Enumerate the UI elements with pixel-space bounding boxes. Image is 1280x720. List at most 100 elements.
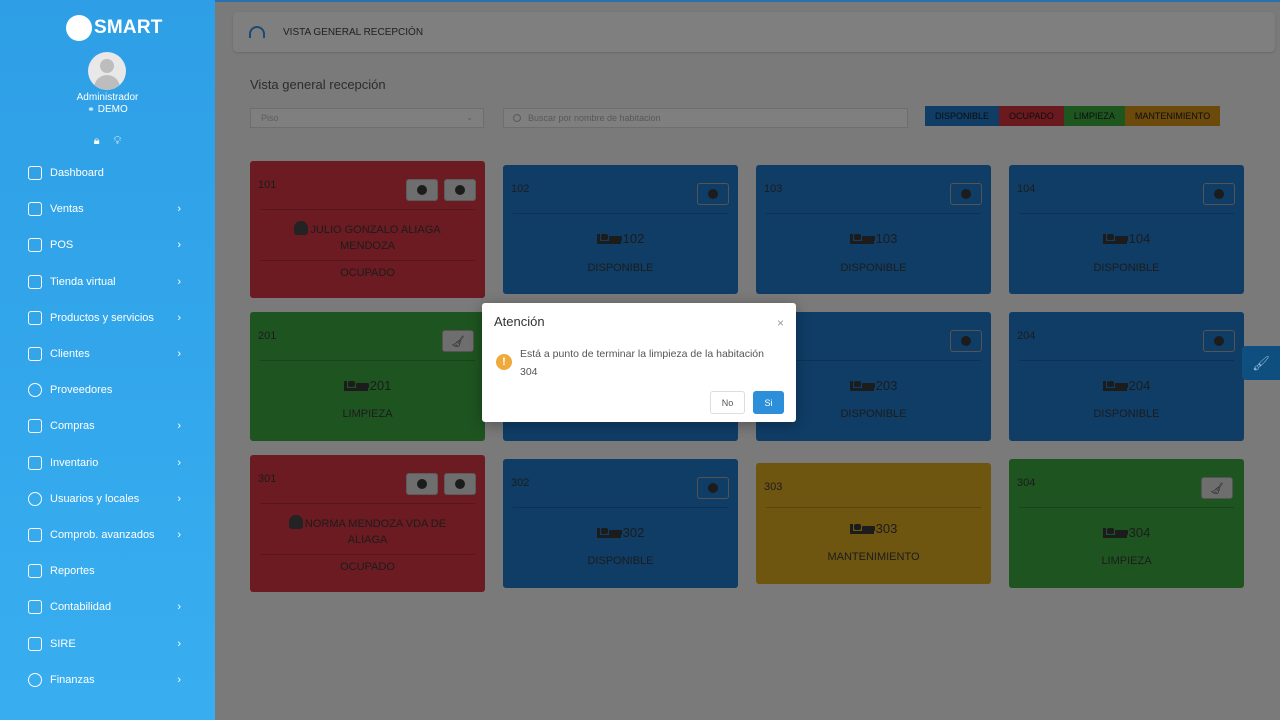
user-icon — [28, 383, 42, 398]
broom-icon: 🧹︎ — [451, 335, 465, 348]
lightbulb-icon[interactable]: 💡︎ — [114, 135, 122, 148]
chevron-right-icon: › — [177, 420, 181, 433]
sidebar: SMART Administrador ⚭ DEMO 🔒︎ 💡︎ Dashboar… — [0, 0, 215, 720]
sidebar-item-sire[interactable]: SIRE › — [0, 625, 215, 661]
room-card-103[interactable]: 103 103 DISPONIBLE — [756, 165, 991, 294]
sidebar-item-contabilidad[interactable]: Contabilidad › — [0, 589, 215, 625]
sidebar-item-finanzas[interactable]: Finanzas › — [0, 662, 215, 698]
room-card-304[interactable]: 304 🧹︎ 304 LIMPIEZA — [1009, 459, 1244, 588]
plus-circle-icon — [455, 185, 465, 195]
room-card-104[interactable]: 104 104 DISPONIBLE — [1009, 165, 1244, 294]
no-button[interactable]: No — [710, 391, 745, 414]
legend-maintenance[interactable]: MANTENIMIENTO — [1124, 106, 1221, 126]
sidebar-item-tienda-virtual[interactable]: Tienda virtual › — [0, 264, 215, 300]
room-card-204[interactable]: 204 204 DISPONIBLE — [1009, 312, 1244, 441]
room-label: 302 — [503, 525, 738, 540]
room-label: 303 — [756, 521, 991, 536]
lock-icon[interactable]: 🔒︎ — [94, 135, 100, 148]
sidebar-item-proveedores[interactable]: Proveedores — [0, 372, 215, 408]
floor-select[interactable]: Piso ⌄ — [250, 108, 484, 128]
clean-button[interactable]: 🧹︎ — [442, 330, 474, 352]
checkin-button[interactable] — [950, 183, 982, 205]
sidebar-item-comprob[interactable]: Comprob. avanzados › — [0, 517, 215, 553]
bed-icon — [1102, 381, 1128, 391]
sidebar-item-productos[interactable]: Productos y servicios › — [0, 300, 215, 336]
plus-circle-icon — [455, 479, 465, 489]
room-number: 304 — [1017, 477, 1036, 489]
sidebar-item-ventas[interactable]: Ventas › — [0, 191, 215, 227]
clients-icon — [28, 347, 42, 362]
room-card-201[interactable]: 201 🧹︎ 201 LIMPIEZA — [250, 312, 485, 441]
status-legend: DISPONIBLE OCUPADO LIMPIEZA MANTENIMIENT… — [925, 106, 1221, 126]
dollar-icon — [28, 672, 42, 687]
chevron-right-icon: › — [177, 239, 181, 252]
room-status: DISPONIBLE — [1093, 408, 1160, 420]
room-number: 104 — [1017, 183, 1036, 195]
close-icon[interactable]: × — [777, 316, 784, 330]
chevron-right-icon: › — [177, 673, 181, 686]
legend-available[interactable]: DISPONIBLE — [925, 106, 1000, 126]
room-label: 204 — [1009, 378, 1244, 393]
logo-circle-icon — [66, 15, 92, 41]
search-input[interactable]: Buscar por nombre de habitacion — [503, 108, 908, 128]
room-card-102[interactable]: 102 102 DISPONIBLE — [503, 165, 738, 294]
header-card: VISTA GENERAL RECEPCIÓN — [233, 12, 1275, 52]
room-status: DISPONIBLE — [587, 262, 654, 274]
checkout-button[interactable] — [406, 179, 438, 201]
room-card-302[interactable]: 302 302 DISPONIBLE — [503, 459, 738, 588]
sidebar-item-dashboard[interactable]: Dashboard — [0, 155, 215, 191]
room-card-301[interactable]: 301 NORMA MENDOZA VDA DE ALIAGA OCUPADO — [250, 455, 485, 592]
checkin-button[interactable] — [1203, 330, 1235, 352]
room-number: 101 — [258, 179, 277, 191]
add-button[interactable] — [444, 179, 476, 201]
page-title: Vista general recepción — [250, 77, 386, 92]
room-number: 102 — [511, 183, 530, 195]
room-label: 304 — [1009, 525, 1244, 540]
yes-button[interactable]: Si — [753, 391, 784, 414]
sidebar-item-inventario[interactable]: Inventario › — [0, 445, 215, 481]
room-status: DISPONIBLE — [840, 262, 907, 274]
arrow-right-icon — [417, 479, 427, 489]
sidebar-item-usuarios[interactable]: Usuarios y locales › — [0, 481, 215, 517]
room-number: 301 — [258, 473, 277, 485]
sidebar-nav: Dashboard Ventas › POS › Tienda virtual › P… — [0, 155, 215, 698]
room-card-303[interactable]: 303 303 MANTENIMIENTO — [756, 463, 991, 584]
brand-logo[interactable]: SMART — [66, 15, 163, 41]
legend-occupied[interactable]: OCUPADO — [999, 106, 1064, 126]
add-button[interactable] — [444, 473, 476, 495]
checkin-button[interactable] — [697, 183, 729, 205]
chevron-right-icon: › — [177, 275, 181, 288]
bed-icon — [596, 528, 622, 538]
room-card-101[interactable]: 101 JULIO GONZALO ALIAGA MENDOZA OCUPADO — [250, 161, 485, 298]
paint-roller-tab[interactable]: 🖌︎ — [1242, 346, 1280, 380]
topbar-accent — [215, 0, 1280, 2]
chevron-right-icon: › — [177, 348, 181, 361]
chevron-right-icon: › — [177, 637, 181, 650]
avatar[interactable] — [88, 52, 126, 90]
add-button[interactable] — [697, 477, 729, 499]
user-role: Administrador — [76, 92, 139, 103]
arrow-left-icon — [708, 189, 718, 199]
link-icon: ⚭ — [87, 104, 95, 114]
bed-icon — [596, 234, 622, 244]
chevron-right-icon: › — [177, 492, 181, 505]
report-icon — [28, 564, 42, 579]
sidebar-item-compras[interactable]: Compras › — [0, 408, 215, 444]
document-icon — [28, 527, 42, 542]
clean-button[interactable]: 🧹︎ — [1201, 477, 1233, 499]
bed-icon — [1102, 528, 1128, 538]
checkin-button[interactable] — [950, 330, 982, 352]
legend-cleaning[interactable]: LIMPIEZA — [1063, 106, 1125, 126]
checkin-button[interactable] — [1203, 183, 1235, 205]
sire-icon — [28, 636, 42, 651]
cart-icon — [28, 419, 42, 434]
room-number: 103 — [764, 183, 783, 195]
sidebar-item-clientes[interactable]: Clientes › — [0, 336, 215, 372]
sidebar-item-reportes[interactable]: Reportes — [0, 553, 215, 589]
checkout-button[interactable] — [406, 473, 438, 495]
room-number: 204 — [1017, 330, 1036, 342]
room-status: LIMPIEZA — [342, 408, 393, 420]
room-status: OCUPADO — [340, 561, 395, 573]
header-title: VISTA GENERAL RECEPCIÓN — [283, 26, 424, 38]
sidebar-item-pos[interactable]: POS › — [0, 227, 215, 263]
